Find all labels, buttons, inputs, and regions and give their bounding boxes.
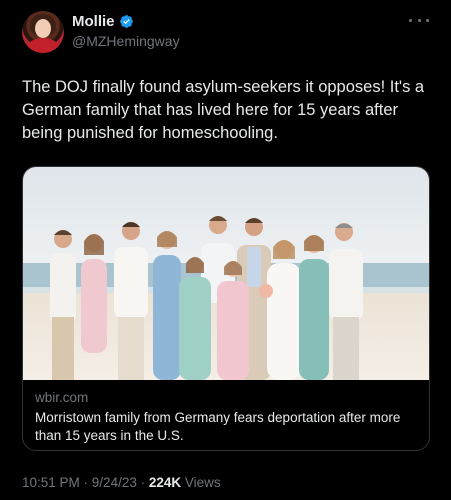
card-domain[interactable]: wbir.com	[35, 390, 88, 405]
more-dot	[426, 18, 429, 22]
more-dot	[417, 18, 421, 22]
link-card[interactable]: wbir.com Morristown family from Germany …	[22, 166, 430, 451]
views-count[interactable]: 224K	[149, 475, 181, 490]
author-display-name[interactable]: Mollie	[72, 13, 115, 30]
verified-badge-icon	[119, 15, 133, 28]
tweet-time[interactable]: 10:51 PM	[22, 475, 80, 490]
meta-separator: ·	[79, 475, 92, 490]
family-beach-photo	[23, 167, 429, 380]
card-title[interactable]: Morristown family from Germany fears dep…	[35, 409, 420, 445]
more-dots-icon[interactable]	[409, 13, 429, 27]
avatar-face	[35, 19, 51, 38]
tweet-meta: 10:51 PM · 9/24/23 · 224K Views	[22, 475, 221, 490]
tweet-date[interactable]: 9/24/23	[92, 475, 137, 490]
tweet-text: The DOJ finally found asylum-seekers it …	[22, 78, 425, 142]
views-label: Views	[181, 475, 221, 490]
author-name-row[interactable]: Mollie	[72, 13, 134, 30]
author-handle[interactable]: @MZHemingway	[72, 33, 180, 49]
more-dot	[409, 18, 412, 22]
meta-separator: ·	[136, 475, 149, 490]
avatar[interactable]	[22, 11, 64, 53]
tweet[interactable]: Mollie @MZHemingway The DOJ finally foun…	[0, 0, 451, 500]
card-image[interactable]	[23, 167, 429, 380]
avatar-shirt	[26, 38, 60, 53]
